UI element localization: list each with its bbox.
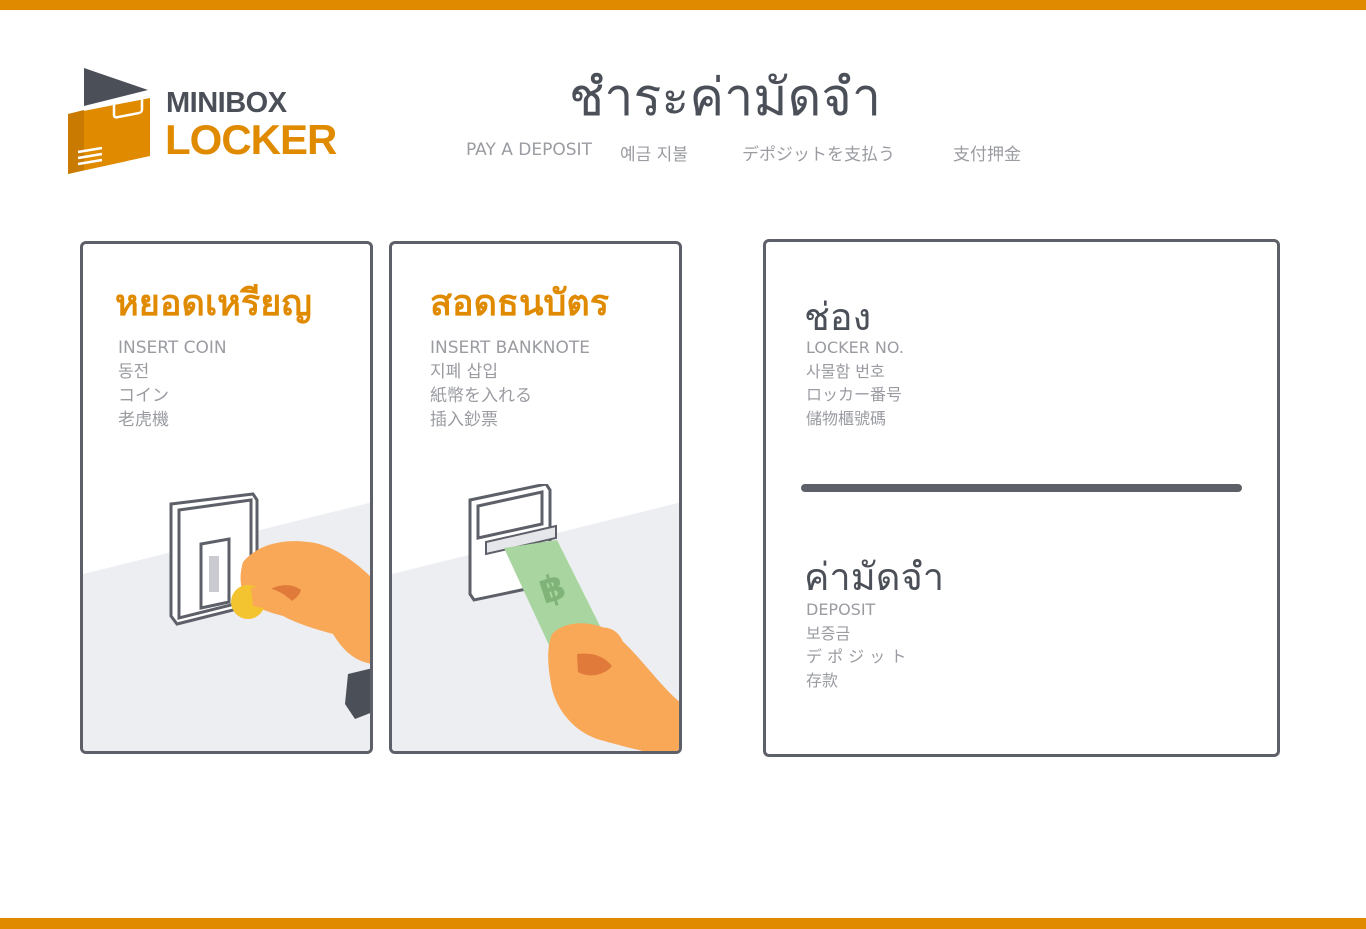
insert-banknote-label-ja: 紙幣を入れる	[430, 386, 532, 406]
deposit-labels: DEPOSIT 보증금 デ ポ ジ ッ ト 存款	[806, 598, 906, 692]
insert-banknote-label-zh: 插入鈔票	[430, 410, 498, 430]
insert-coin-title: หยอดเหรียญ	[115, 283, 312, 324]
insert-coin-label-ja: コイン	[118, 386, 169, 406]
banknote-slot-icon: ฿	[392, 484, 679, 751]
top-accent-bar	[0, 0, 1366, 10]
bottom-accent-bar	[0, 918, 1366, 929]
brand-name-line2: LOCKER	[165, 116, 337, 163]
brand-logo: MINIBOX LOCKER	[62, 64, 352, 179]
subtitle-english: PAY A DEPOSIT	[466, 140, 592, 160]
deposit-label-ko: 보증금	[806, 623, 851, 643]
locker-number-label-en: LOCKER NO.	[806, 338, 904, 357]
deposit-label-en: DEPOSIT	[806, 600, 876, 619]
insert-banknote-label-ko: 지폐 삽입	[430, 362, 498, 382]
panel-divider	[801, 484, 1242, 492]
insert-coin-label-en: INSERT COIN	[118, 338, 227, 358]
locker-number-label-ko: 사물함 번호	[806, 361, 885, 381]
insert-coin-label-zh: 老虎機	[118, 410, 169, 430]
locker-number-label-zh: 儲物櫃號碼	[806, 408, 887, 428]
subtitle-chinese: 支付押金	[953, 145, 1021, 165]
insert-coin-labels: INSERT COIN 동전 コイン 老虎機	[118, 336, 227, 432]
page-title: ชำระค่ามัดจำ	[568, 68, 882, 128]
locker-deposit-panel: ช่อง LOCKER NO. 사물함 번호 ロッカー番号 儲物櫃號碼 ค่าม…	[763, 239, 1280, 757]
insert-coin-card: หยอดเหรียญ INSERT COIN 동전 コイン 老虎機	[80, 241, 373, 754]
coin-slot-icon	[83, 492, 370, 751]
locker-number-labels: LOCKER NO. 사물함 번호 ロッカー番号 儲物櫃號碼	[806, 336, 904, 430]
deposit-label-zh: 存款	[806, 670, 839, 690]
insert-coin-label-ko: 동전	[118, 362, 150, 382]
insert-banknote-label-en: INSERT BANKNOTE	[430, 338, 591, 358]
insert-banknote-labels: INSERT BANKNOTE 지폐 삽입 紙幣を入れる 插入鈔票	[430, 336, 590, 432]
subtitle-korean: 예금 지불	[620, 145, 688, 165]
subtitle-japanese: デポジットを支払う	[742, 145, 895, 165]
insert-banknote-card: สอดธนบัตร INSERT BANKNOTE 지폐 삽입 紙幣を入れる 插…	[389, 241, 682, 754]
locker-number-label-ja: ロッカー番号	[806, 385, 903, 404]
insert-banknote-title: สอดธนบัตร	[430, 283, 610, 324]
deposit-label-ja: デ ポ ジ ッ ト	[806, 647, 907, 666]
locker-box-icon	[68, 68, 150, 174]
